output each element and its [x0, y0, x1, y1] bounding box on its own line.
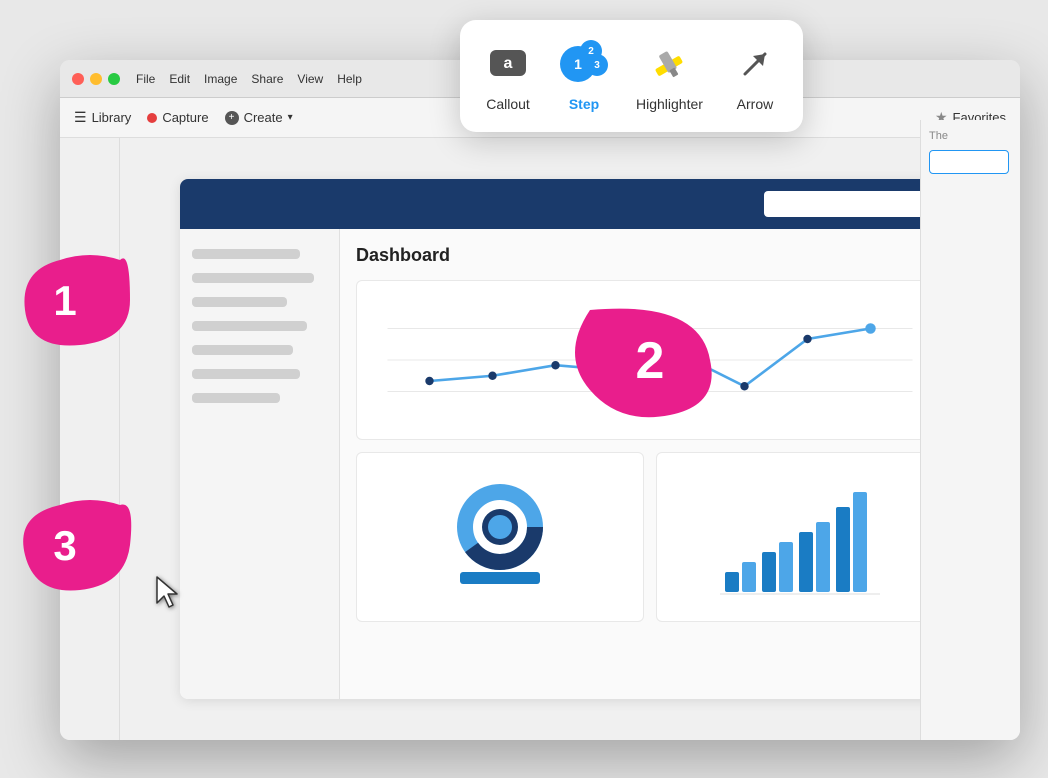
svg-text:1: 1 — [53, 277, 76, 324]
callout-label: Callout — [486, 96, 530, 112]
svg-text:3: 3 — [53, 522, 76, 569]
menu-image[interactable]: Image — [204, 72, 237, 86]
tool-popup: a Callout 1 2 3 Step Highlighter — [460, 20, 803, 132]
close-button[interactable] — [72, 73, 84, 85]
right-panel-input[interactable] — [929, 150, 1009, 174]
donut-chart-svg — [440, 472, 560, 602]
sidebar-line-7 — [192, 393, 280, 403]
minimize-button[interactable] — [90, 73, 102, 85]
arrow-tool[interactable]: Arrow — [731, 40, 779, 112]
bar-chart-svg — [720, 472, 880, 602]
step-icon: 1 2 3 — [560, 40, 608, 88]
menu-bar: File Edit Image Share View Help — [136, 72, 362, 86]
menu-view[interactable]: View — [297, 72, 323, 86]
highlighter-label: Highlighter — [636, 96, 703, 112]
callout-bubble-2: 2 — [570, 290, 720, 435]
capture-dot-icon — [147, 113, 157, 123]
library-label: Library — [92, 110, 132, 125]
callout-icon: a — [484, 40, 532, 88]
dashboard-area: Dashboard — [120, 138, 1020, 740]
dashboard-title: Dashboard — [356, 245, 944, 266]
right-panel-text: The — [929, 130, 1012, 142]
sidebar-line-1 — [192, 249, 300, 259]
callout-bubble-3: 3 — [10, 490, 140, 605]
svg-text:2: 2 — [636, 332, 665, 390]
capture-button[interactable]: Capture — [147, 110, 208, 125]
menu-file[interactable]: File — [136, 72, 155, 86]
right-panel: The — [920, 120, 1020, 740]
callout-bubble-1: 1 — [10, 240, 140, 365]
menu-share[interactable]: Share — [251, 72, 283, 86]
bottom-charts — [356, 452, 944, 622]
highlighter-icon — [645, 40, 693, 88]
capture-label: Capture — [162, 110, 208, 125]
plus-icon: + — [225, 111, 239, 125]
cursor-icon — [155, 575, 183, 616]
menu-help[interactable]: Help — [337, 72, 362, 86]
content-area: Dashboard — [60, 138, 1020, 740]
menu-edit[interactable]: Edit — [169, 72, 190, 86]
highlighter-tool[interactable]: Highlighter — [636, 40, 703, 112]
svg-text:a: a — [504, 55, 513, 72]
create-button[interactable]: + Create ▾ — [225, 110, 293, 125]
sidebar-line-3 — [192, 297, 287, 307]
create-label: Create — [244, 110, 283, 125]
donut-chart-container — [356, 452, 644, 622]
app-window: File Edit Image Share View Help ☰ Librar… — [60, 60, 1020, 740]
dashboard-sidebar — [180, 229, 340, 699]
arrow-label: Arrow — [737, 96, 774, 112]
app-sidebar — [60, 138, 120, 740]
dashboard-search-bar[interactable] — [764, 191, 944, 217]
maximize-button[interactable] — [108, 73, 120, 85]
step-label: Step — [569, 96, 599, 112]
dropdown-arrow-icon: ▾ — [288, 112, 293, 123]
sidebar-line-2 — [192, 273, 314, 283]
library-button[interactable]: ☰ Library — [74, 109, 131, 126]
bar-chart-container — [656, 452, 944, 622]
dashboard-header — [180, 179, 960, 229]
sidebar-line-4 — [192, 321, 307, 331]
window-controls — [72, 73, 120, 85]
callout-tool[interactable]: a Callout — [484, 40, 532, 112]
arrow-icon — [731, 40, 779, 88]
dashboard-card: Dashboard — [180, 179, 960, 699]
sidebar-line-5 — [192, 345, 293, 355]
step-tool[interactable]: 1 2 3 Step — [560, 40, 608, 112]
hamburger-icon: ☰ — [74, 109, 87, 126]
sidebar-line-6 — [192, 369, 300, 379]
